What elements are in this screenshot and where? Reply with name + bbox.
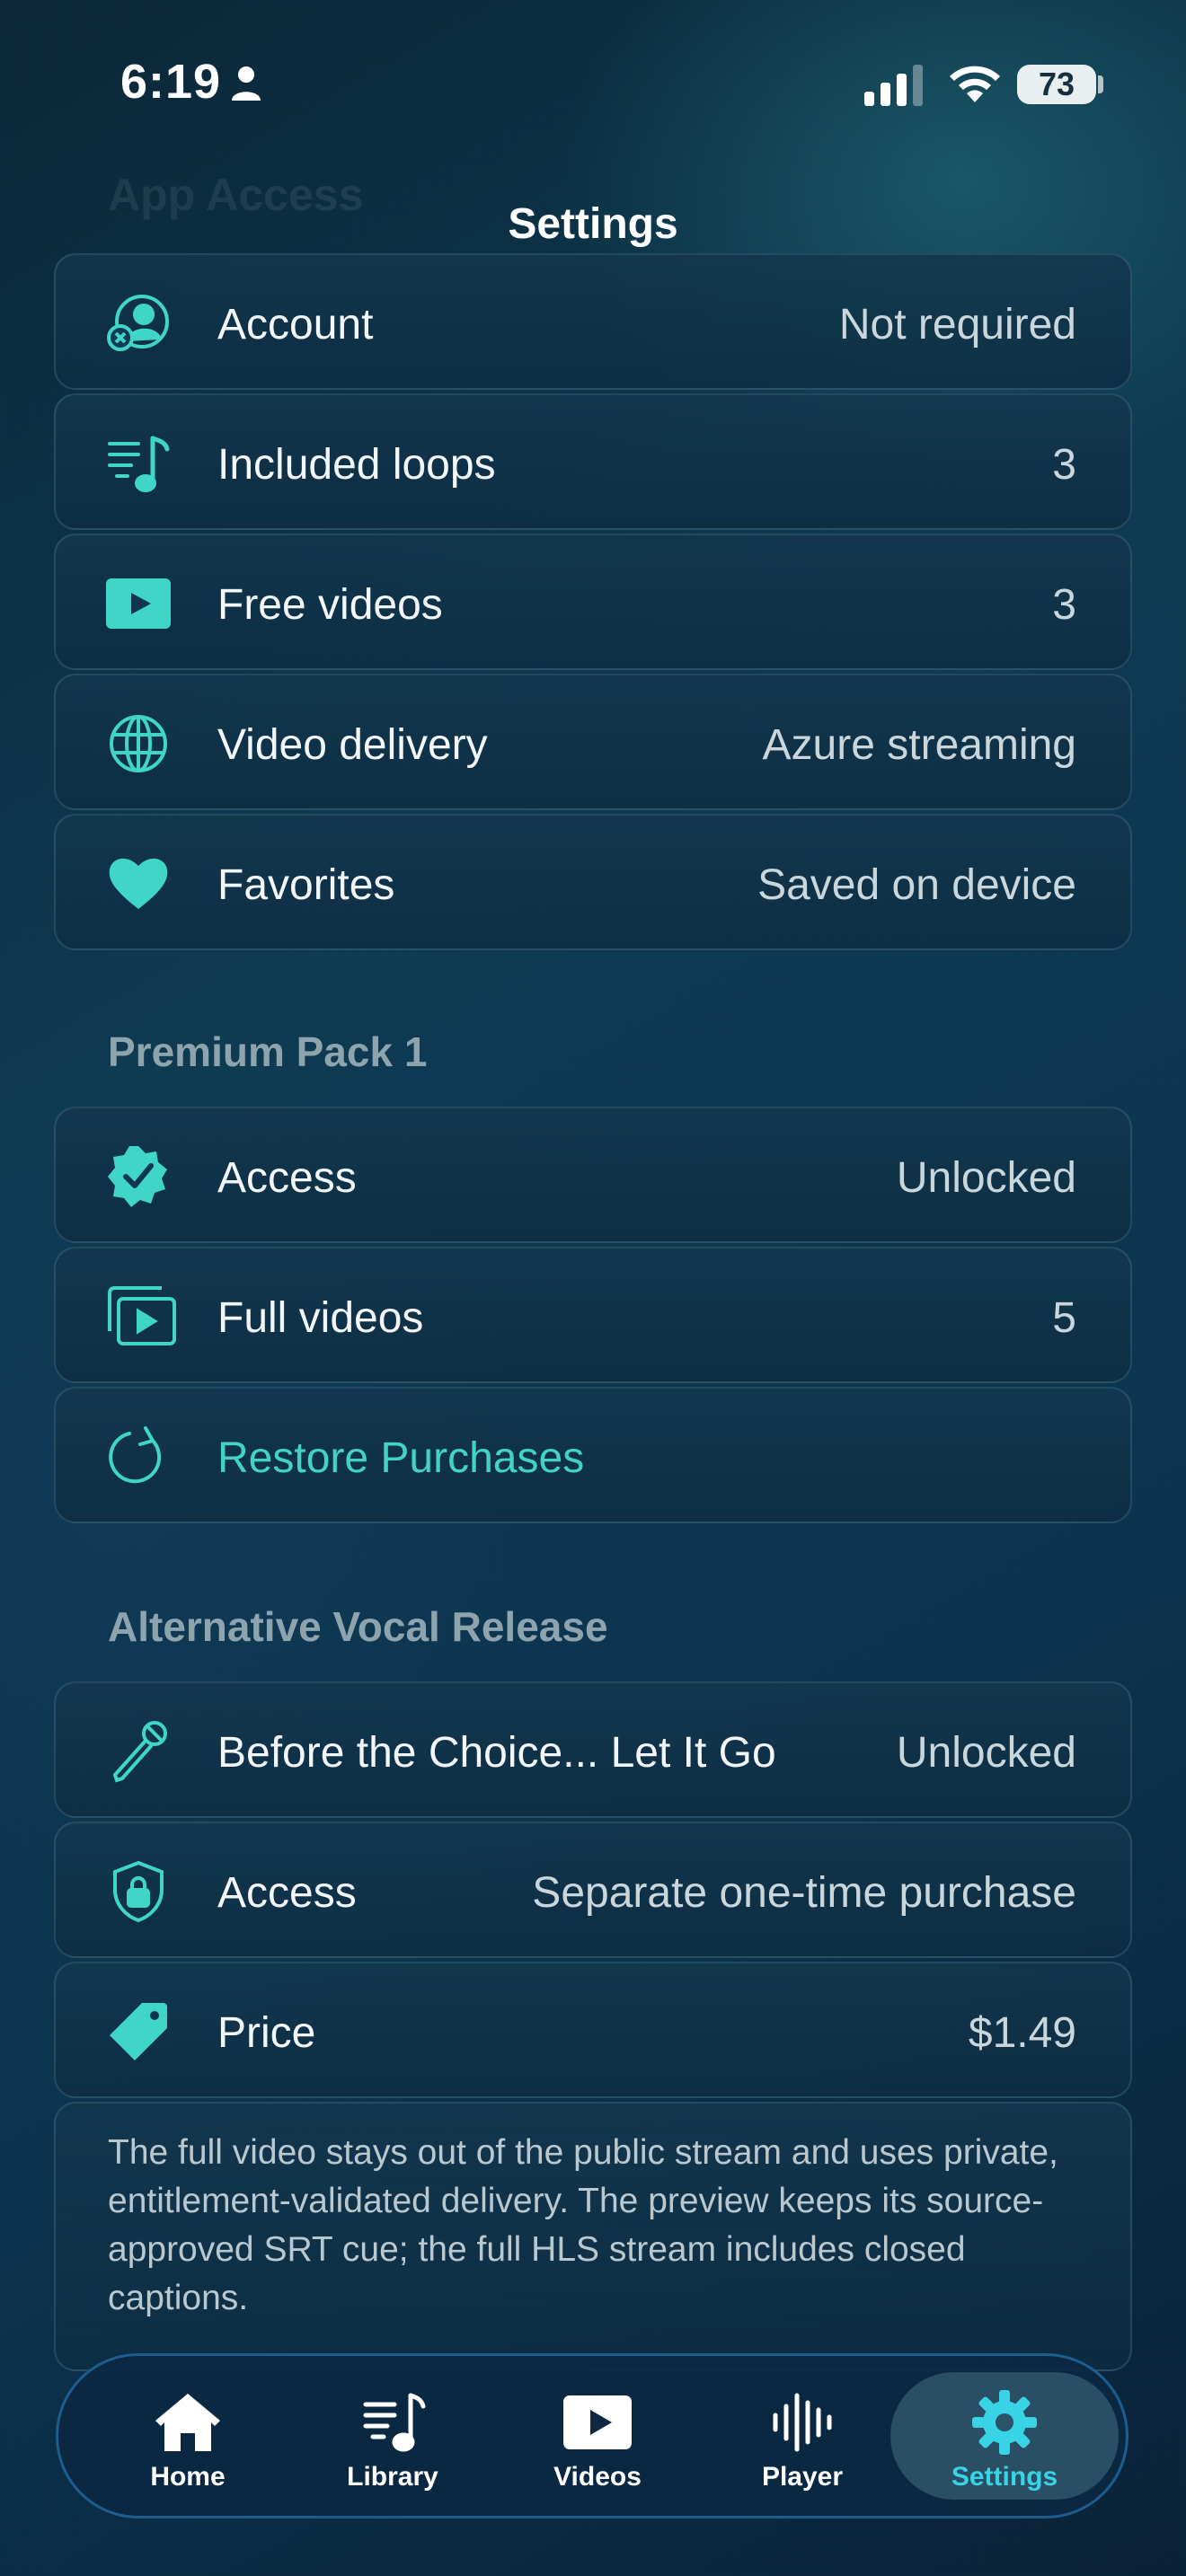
- restore-icon: [106, 1425, 171, 1489]
- tab-bar: Home Library Videos Player Settings: [56, 2353, 1128, 2519]
- alt-access-row[interactable]: Access Separate one-time purchase: [54, 1822, 1132, 1958]
- battery-indicator: 73: [1017, 65, 1096, 104]
- account-x-icon: [106, 291, 171, 356]
- section-header-premium: Premium Pack 1: [108, 1028, 428, 1075]
- globe-icon: [106, 711, 171, 776]
- heart-icon: [106, 851, 171, 916]
- verified-badge-icon: [106, 1144, 171, 1209]
- tab-label: Library: [347, 2462, 438, 2492]
- gear-icon: [969, 2390, 1040, 2455]
- row-value: Unlocked: [896, 1729, 1076, 1777]
- account-row[interactable]: Account Not required: [54, 253, 1132, 390]
- row-value: 3: [1052, 441, 1076, 489]
- row-label: Included loops: [217, 441, 496, 489]
- person-icon: [232, 66, 261, 101]
- row-value: Saved on device: [757, 861, 1076, 909]
- info-footnote: The full video stays out of the public s…: [54, 2102, 1132, 2371]
- row-value: 5: [1052, 1294, 1076, 1342]
- waveform-icon: [766, 2390, 838, 2455]
- app-access-group: Account Not required Included loops 3 Fr…: [54, 253, 1132, 954]
- section-header-alt-vocal: Alternative Vocal Release: [108, 1603, 608, 1650]
- tab-settings[interactable]: Settings: [890, 2372, 1119, 2500]
- row-value: Separate one-time purchase: [532, 1869, 1076, 1917]
- row-value: $1.49: [968, 2009, 1076, 2057]
- premium-access-row[interactable]: Access Unlocked: [54, 1107, 1132, 1243]
- tab-player[interactable]: Player: [700, 2372, 905, 2500]
- tag-icon: [106, 1999, 171, 2064]
- tab-label: Home: [150, 2462, 226, 2492]
- row-label: Before the Choice... Let It Go: [217, 1729, 776, 1777]
- row-label: Full videos: [217, 1294, 424, 1342]
- row-label: Free videos: [217, 581, 443, 629]
- row-label: Favorites: [217, 861, 395, 909]
- full-videos-row[interactable]: Full videos 5: [54, 1247, 1132, 1383]
- alt-vocal-group: Before the Choice... Let It Go Unlocked …: [54, 1681, 1132, 2371]
- play-rect-icon: [106, 571, 171, 636]
- free-videos-row[interactable]: Free videos 3: [54, 534, 1132, 670]
- row-label: Video delivery: [217, 721, 488, 769]
- premium-group: Access Unlocked Full videos 5 Restore Pu…: [54, 1107, 1132, 1527]
- row-label: Account: [217, 301, 374, 348]
- music-list-icon: [106, 431, 171, 496]
- included-loops-row[interactable]: Included loops 3: [54, 393, 1132, 530]
- tab-videos[interactable]: Videos: [495, 2372, 700, 2500]
- row-label: Restore Purchases: [217, 1434, 585, 1482]
- lock-shield-icon: [106, 1859, 171, 1924]
- video-delivery-row[interactable]: Video delivery Azure streaming: [54, 674, 1132, 810]
- stacked-play-icon: [106, 1284, 176, 1349]
- song-row[interactable]: Before the Choice... Let It Go Unlocked: [54, 1681, 1132, 1818]
- row-value: Azure streaming: [762, 721, 1076, 769]
- tab-label: Settings: [951, 2462, 1058, 2492]
- row-value: Not required: [838, 301, 1076, 348]
- row-label: Access: [217, 1154, 357, 1202]
- videos-icon: [562, 2390, 633, 2455]
- tab-home[interactable]: Home: [85, 2372, 290, 2500]
- status-bar: 6:19 73: [0, 0, 1186, 171]
- row-label: Price: [217, 2009, 316, 2057]
- microphone-icon: [106, 1719, 171, 1784]
- tab-label: Videos: [553, 2462, 642, 2492]
- tab-library[interactable]: Library: [290, 2372, 495, 2500]
- favorites-row[interactable]: Favorites Saved on device: [54, 814, 1132, 950]
- row-value: 3: [1052, 581, 1076, 629]
- wifi-icon: [950, 66, 1000, 102]
- page-title: Settings: [508, 200, 678, 248]
- library-icon: [357, 2390, 429, 2455]
- restore-purchases-button[interactable]: Restore Purchases: [54, 1387, 1132, 1523]
- battery-cap: [1098, 75, 1103, 93]
- clock: 6:19: [120, 55, 222, 109]
- row-value: Unlocked: [896, 1154, 1076, 1202]
- tab-label: Player: [761, 2462, 844, 2492]
- home-icon: [152, 2390, 224, 2455]
- cellular-signal-icon: [864, 65, 923, 106]
- price-row[interactable]: Price $1.49: [54, 1962, 1132, 2098]
- row-label: Access: [217, 1869, 357, 1917]
